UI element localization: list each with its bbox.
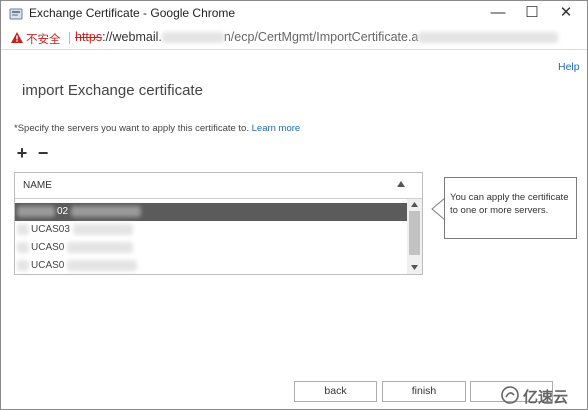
address-divider: [69, 32, 70, 44]
help-tooltip: You can apply the certificate to one or …: [444, 177, 577, 239]
scroll-up-arrow-icon[interactable]: [411, 202, 418, 207]
url-path: n/ecp/CertMgmt/ImportCertificate.a: [223, 30, 419, 44]
server-name: 02: [57, 206, 69, 217]
scroll-down-arrow-icon[interactable]: [411, 265, 418, 270]
maximize-button[interactable]: ☐: [515, 1, 549, 27]
redacted-server-prefix: [17, 260, 29, 271]
server-row[interactable]: 02: [15, 203, 407, 221]
remove-server-button[interactable]: −: [36, 144, 50, 162]
instruction-text: *Specify the servers you want to apply t…: [14, 123, 300, 134]
redacted-server-prefix: [17, 206, 55, 217]
page-title: import Exchange certificate: [22, 82, 203, 100]
redacted-host: [161, 32, 224, 44]
instruction-label: *Specify the servers you want to apply t…: [14, 123, 249, 134]
server-name: UCAS0: [31, 242, 65, 253]
server-row[interactable]: UCAS03: [15, 221, 407, 239]
security-status-label[interactable]: 不安全: [26, 31, 61, 47]
url-scheme: https: [75, 30, 103, 44]
exchange-app-icon: [9, 8, 23, 20]
window-title: Exchange Certificate - Google Chrome: [29, 6, 236, 20]
redacted-server-prefix: [17, 224, 29, 235]
minimize-button[interactable]: —: [481, 1, 515, 27]
warning-triangle-icon: [11, 32, 23, 43]
title-bar: Exchange Certificate - Google Chrome — ☐…: [1, 1, 587, 27]
redacted-server-suffix: [67, 242, 133, 253]
browser-window: Exchange Certificate - Google Chrome — ☐…: [0, 0, 588, 410]
redacted-server-suffix: [71, 206, 141, 217]
cloud-logo-icon: [501, 386, 519, 404]
watermark: 亿速云: [501, 384, 585, 406]
help-link[interactable]: Help: [558, 61, 580, 73]
add-server-button[interactable]: +: [14, 144, 30, 162]
sort-ascending-icon[interactable]: [397, 181, 405, 187]
address-bar[interactable]: 不安全 https://webmail. n/ecp/CertMgmt/Impor…: [1, 27, 587, 50]
learn-more-link[interactable]: Learn more: [252, 123, 301, 134]
server-name: UCAS0: [31, 260, 65, 271]
server-row[interactable]: UCAS0: [15, 257, 407, 274]
url-host: ://webmail.: [102, 30, 162, 44]
redacted-path: [418, 32, 559, 44]
scrollbar-thumb[interactable]: [409, 211, 420, 255]
watermark-text: 亿速云: [523, 389, 569, 406]
server-row[interactable]: UCAS0: [15, 239, 407, 257]
column-header-name[interactable]: NAME: [15, 173, 422, 199]
url-text[interactable]: https://webmail. n/ecp/CertMgmt/ImportCer…: [75, 30, 559, 44]
server-name: UCAS03: [31, 224, 70, 235]
tooltip-text: You can apply the certificate to one or …: [450, 192, 569, 216]
close-button[interactable]: ✕: [549, 1, 583, 27]
finish-button[interactable]: finish: [382, 381, 466, 402]
server-list: NAME 02 UCAS03 UCAS0 UCAS0: [14, 172, 423, 275]
redacted-server-suffix: [73, 224, 133, 235]
back-button[interactable]: back: [294, 381, 377, 402]
redacted-server-prefix: [17, 242, 29, 253]
column-header-label: NAME: [23, 180, 52, 191]
redacted-server-suffix: [67, 260, 137, 271]
list-scrollbar[interactable]: [407, 199, 422, 274]
